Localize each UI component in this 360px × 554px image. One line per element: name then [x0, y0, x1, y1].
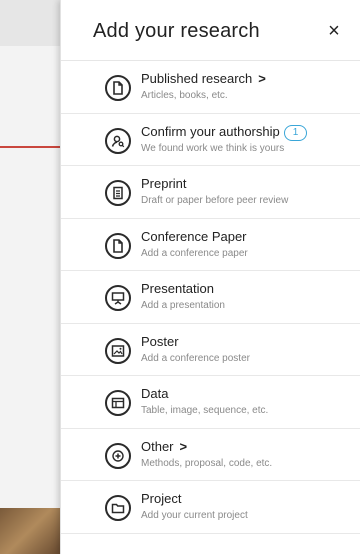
panel-header: Add your research × [61, 0, 360, 61]
menu-item-description: Add a conference poster [141, 352, 250, 364]
document-icon [105, 75, 131, 101]
menu-item-label: Poster [141, 333, 179, 349]
chevron-right-icon: > [179, 438, 188, 454]
presentation-icon [105, 285, 131, 311]
menu-item-confirm-authorship[interactable]: Confirm your authorship 1 We found work w… [61, 114, 360, 166]
chevron-right-icon: > [258, 71, 266, 86]
plus-icon [105, 442, 131, 469]
preprint-icon [105, 180, 131, 206]
menu-item-description: Draft or paper before peer review [141, 195, 289, 206]
document-icon [105, 232, 131, 259]
menu-item-label: Preprint [141, 176, 187, 191]
person-search-icon [105, 127, 131, 154]
menu-item-label: Data [141, 386, 169, 401]
research-type-menu: Published research > Articles, books, etc… [61, 61, 360, 534]
menu-item-poster[interactable]: Poster Add a conference poster [61, 324, 360, 376]
poster-icon [105, 337, 131, 364]
menu-item-presentation[interactable]: Presentation Add a presentation [61, 271, 360, 324]
menu-item-other[interactable]: Other > Methods, proposal, code, etc. [61, 429, 360, 481]
menu-item-label: Published research [141, 71, 253, 86]
menu-item-description: We found work we think is yours [141, 142, 285, 154]
authorship-count-badge: 1 [283, 124, 308, 141]
menu-item-preprint[interactable]: Preprint Draft or paper before peer revi… [61, 166, 360, 219]
menu-item-label: Project [141, 491, 182, 506]
menu-item-label: Presentation [141, 281, 214, 296]
menu-item-project[interactable]: Project Add your current project [61, 481, 360, 534]
menu-item-conference-paper[interactable]: Conference Paper Add a conference paper [61, 219, 360, 271]
folder-icon [105, 495, 131, 521]
menu-item-label: Conference Paper [141, 228, 247, 244]
menu-item-description: Add a conference paper [141, 247, 248, 259]
menu-item-label: Confirm your authorship [141, 123, 280, 139]
menu-item-description: Methods, proposal, code, etc. [141, 457, 273, 469]
menu-item-published-research[interactable]: Published research > Articles, books, etc… [61, 61, 360, 114]
add-research-panel: Add your research × Published research > … [60, 0, 360, 554]
menu-item-label: Other [141, 438, 174, 454]
menu-item-description: Articles, books, etc. [141, 90, 228, 101]
panel-title: Add your research [93, 20, 260, 42]
close-button[interactable]: × [323, 20, 345, 42]
menu-item-description: Table, image, sequence, etc. [141, 405, 269, 416]
menu-item-description: Add a presentation [141, 300, 225, 311]
menu-item-description: Add your current project [141, 510, 248, 521]
data-table-icon [105, 390, 131, 416]
menu-item-data[interactable]: Data Table, image, sequence, etc. [61, 376, 360, 429]
